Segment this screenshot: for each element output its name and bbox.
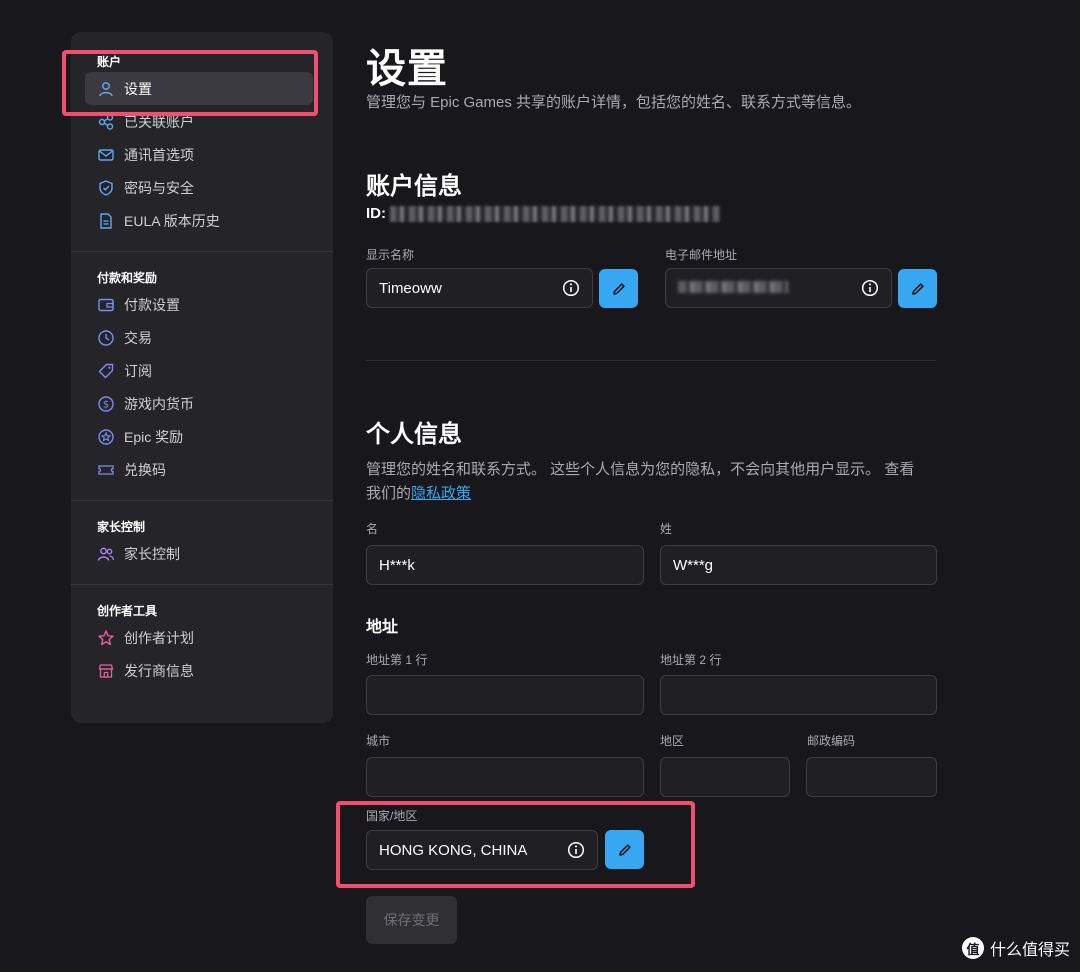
- sidebar-item[interactable]: 付款设置: [85, 288, 313, 321]
- sidebar-item[interactable]: 发行商信息: [85, 654, 313, 687]
- country-value: HONG KONG, CHINA: [379, 841, 528, 859]
- address-line2-input[interactable]: [660, 675, 937, 715]
- shield-icon: [97, 179, 115, 197]
- pencil-icon: [618, 843, 631, 856]
- info-icon[interactable]: [567, 841, 585, 859]
- sidebar-divider: [71, 500, 333, 501]
- email-field[interactable]: [665, 268, 892, 308]
- region-label: 地区: [660, 734, 685, 748]
- personal-info-description: 管理您的姓名和联系方式。 这些个人信息为您的隐私，不会向其他用户显示。 查看我们…: [366, 461, 915, 502]
- watermark-logo: 值: [961, 937, 984, 959]
- sidebar-item[interactable]: 通讯首选项: [85, 138, 313, 171]
- account-info-title: 账户信息: [366, 173, 462, 200]
- display-name-value: Timeoww: [379, 279, 442, 297]
- first-name-label: 名: [366, 522, 379, 536]
- postal-code-label: 邮政编码: [807, 734, 856, 748]
- sidebar-item[interactable]: 交易: [85, 321, 313, 354]
- sidebar-section-heading: 账户: [97, 55, 122, 69]
- edit-email-button[interactable]: [898, 269, 937, 308]
- postal-code-input[interactable]: [806, 757, 937, 797]
- info-icon[interactable]: [562, 279, 580, 297]
- sidebar-section-heading: 家长控制: [97, 520, 146, 534]
- sidebar-section-heading: 创作者工具: [97, 604, 158, 618]
- ticket-icon: [97, 461, 115, 479]
- privacy-policy-link[interactable]: 隐私政策: [411, 485, 471, 502]
- pencil-icon: [911, 282, 924, 295]
- sidebar-item[interactable]: 订阅: [85, 354, 313, 387]
- info-icon[interactable]: [861, 279, 879, 297]
- sidebar-item-label: 游戏内货币: [124, 395, 194, 412]
- sidebar-item-label: EULA 版本历史: [124, 212, 220, 229]
- watermark-text: 什么值得买: [989, 942, 1070, 959]
- sidebar-section-heading: 付款和奖励: [97, 271, 158, 285]
- sidebar-item-label: 发行商信息: [124, 662, 194, 679]
- section-divider: [366, 360, 936, 361]
- pencil-icon: [612, 282, 625, 295]
- people-icon: [97, 545, 115, 563]
- page-subtitle: 管理您与 Epic Games 共享的账户详情，包括您的姓名、联系方式等信息。: [366, 94, 862, 111]
- address-line2-label: 地址第 2 行: [660, 653, 722, 667]
- sidebar-item-label: 付款设置: [124, 296, 180, 313]
- sidebar-item[interactable]: EULA 版本历史: [85, 204, 313, 237]
- dollar-icon: $: [97, 395, 115, 413]
- edit-country-button[interactable]: [605, 830, 644, 869]
- account-id-label: ID:: [366, 205, 386, 222]
- save-changes-button[interactable]: 保存变更: [366, 896, 457, 944]
- star-icon: [97, 629, 115, 647]
- sidebar-item-label: 设置: [124, 80, 152, 97]
- tag-icon: [97, 362, 115, 380]
- store-icon: [97, 662, 115, 680]
- sidebar-divider: [71, 251, 333, 252]
- sidebar-item-label: Epic 奖励: [124, 428, 184, 445]
- sidebar-item-label: 兑换码: [124, 461, 166, 478]
- watermark: 值 什么值得买: [961, 936, 1070, 960]
- edit-display-name-button[interactable]: [599, 269, 638, 308]
- sidebar-item[interactable]: 设置: [85, 72, 313, 105]
- clock-icon: [97, 329, 115, 347]
- sidebar-item-label: 密码与安全: [124, 179, 194, 196]
- user-icon: [97, 80, 115, 98]
- email-label: 电子邮件地址: [665, 248, 738, 262]
- display-name-field[interactable]: Timeoww: [366, 268, 593, 308]
- sidebar-item-label: 已关联账户: [124, 113, 194, 130]
- sidebar-item[interactable]: 密码与安全: [85, 171, 313, 204]
- sidebar-item-label: 通讯首选项: [124, 146, 194, 163]
- country-field[interactable]: HONG KONG, CHINA: [366, 830, 598, 870]
- star-badge-icon: [97, 428, 115, 446]
- display-name-label: 显示名称: [366, 248, 415, 262]
- last-name-label: 姓: [660, 522, 673, 536]
- sidebar-divider: [71, 584, 333, 585]
- sidebar-item[interactable]: $ 游戏内货币: [85, 387, 313, 420]
- address-line1-label: 地址第 1 行: [366, 653, 428, 667]
- sidebar-item[interactable]: Epic 奖励: [85, 420, 313, 453]
- sidebar-item-label: 家长控制: [124, 545, 180, 562]
- connections-icon: [97, 113, 115, 131]
- region-input[interactable]: [660, 757, 790, 797]
- account-sidebar: 账户 设置已关联账户通讯首选项密码与安全 EULA 版本历史付款和奖励付款设置交易订…: [71, 32, 333, 723]
- country-label: 国家/地区: [366, 809, 418, 823]
- sidebar-item-label: 创作者计划: [124, 629, 194, 646]
- sidebar-item-label: 交易: [124, 329, 152, 346]
- wallet-icon: [97, 296, 115, 314]
- sidebar-item-label: 订阅: [124, 362, 152, 379]
- svg-text:$: $: [103, 399, 109, 410]
- sidebar-item[interactable]: 创作者计划: [85, 621, 313, 654]
- city-input[interactable]: [366, 757, 644, 797]
- last-name-input[interactable]: W***g: [660, 545, 937, 585]
- account-id-row: ID:: [366, 205, 720, 222]
- sidebar-item[interactable]: 家长控制: [85, 537, 313, 570]
- personal-info-title: 个人信息: [366, 421, 462, 448]
- sidebar-item[interactable]: 已关联账户: [85, 105, 313, 138]
- mail-icon: [97, 146, 115, 164]
- address-title: 地址: [366, 619, 399, 636]
- first-name-input[interactable]: H***k: [366, 545, 644, 585]
- account-id-redacted: [390, 205, 720, 222]
- city-label: 城市: [366, 734, 391, 748]
- sidebar-item[interactable]: 兑换码: [85, 453, 313, 486]
- document-icon: [97, 212, 115, 230]
- email-redacted: [678, 280, 788, 293]
- address-line1-input[interactable]: [366, 675, 644, 715]
- page-title: 设置: [366, 47, 448, 91]
